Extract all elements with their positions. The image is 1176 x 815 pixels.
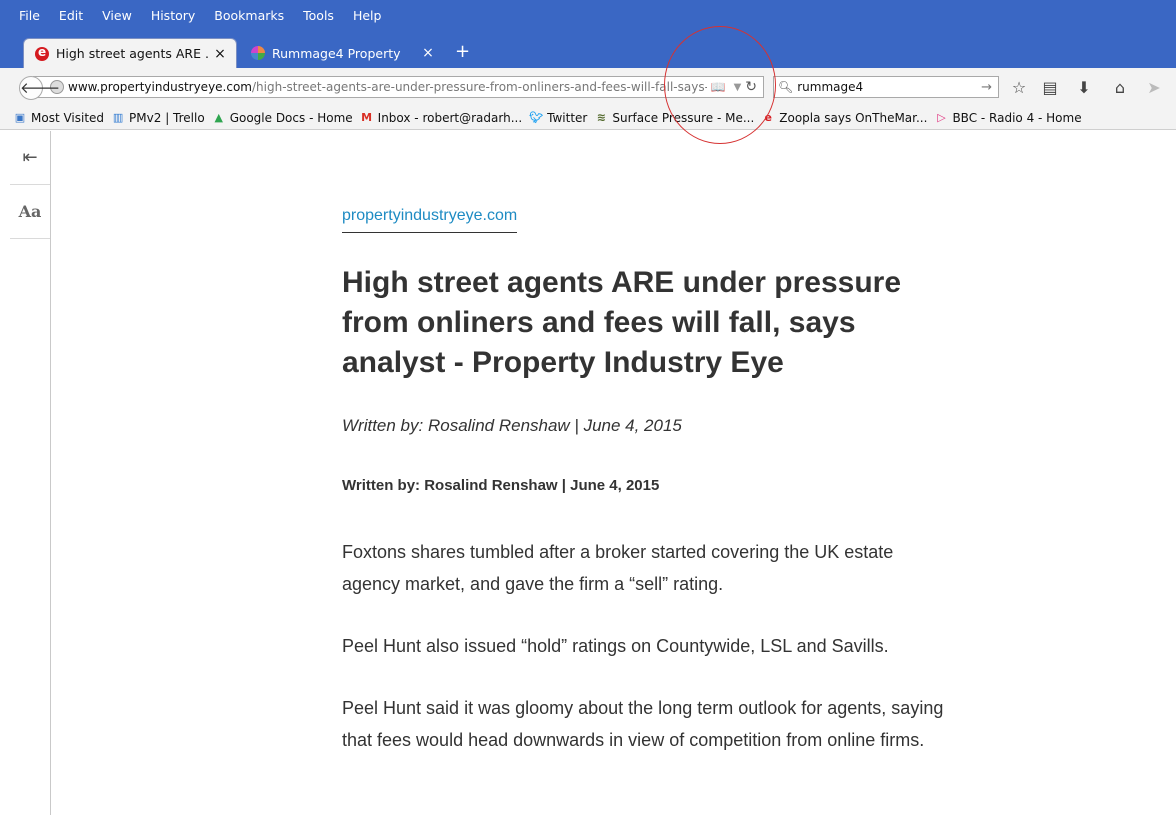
bookmark-item[interactable]: 🐦︎ Twitter bbox=[529, 111, 587, 125]
tab-rummage4-property[interactable]: Rummage4 Property × bbox=[240, 38, 444, 68]
article-paragraph: Peel Hunt also issued “hold” ratings on … bbox=[342, 636, 889, 656]
article-title: High street agents ARE under pressure fr… bbox=[342, 266, 902, 379]
bookmark-label: Zoopla says OnTheMar... bbox=[779, 110, 928, 125]
bookmark-label: Surface Pressure - Me... bbox=[612, 110, 755, 125]
url-path: /high-street-agents-are-under-pressure-f… bbox=[252, 80, 707, 94]
met-office-icon: ≋ bbox=[596, 110, 606, 124]
reader-sidebar: ⇤ Aa bbox=[10, 131, 51, 815]
bookmark-item[interactable]: ▥ PMv2 | Trello bbox=[111, 111, 205, 125]
bookmark-label: Twitter bbox=[547, 110, 588, 125]
article-paragraph: Peel Hunt said it was gloomy about the l… bbox=[342, 698, 944, 750]
bookmark-item[interactable]: ▲ Google Docs - Home bbox=[212, 110, 353, 125]
url-text[interactable]: www.propertyindustryeye.com/high-street-… bbox=[68, 80, 707, 94]
home-icon[interactable]: ⌂ bbox=[1110, 78, 1130, 97]
bookmark-item[interactable]: ≋ Surface Pressure - Me... bbox=[594, 110, 755, 125]
search-input[interactable]: rummage4 bbox=[797, 80, 981, 94]
clipboard-icon[interactable]: ▤ bbox=[1040, 78, 1060, 97]
gmail-icon: M bbox=[361, 110, 373, 124]
navigation-toolbar: 🡐 www.propertyindustryeye.com/high-stree… bbox=[0, 68, 1176, 106]
reader-article: propertyindustryeye.com High street agen… bbox=[342, 206, 952, 756]
bookmark-item[interactable]: e Zoopla says OnTheMar... bbox=[761, 110, 928, 125]
exit-reader-button[interactable]: ⇤ bbox=[10, 131, 50, 185]
menu-bar: File Edit View History Bookmarks Tools H… bbox=[0, 6, 388, 26]
menu-tools[interactable]: Tools bbox=[291, 6, 341, 26]
search-bar[interactable]: 🔍︎ rummage4 → bbox=[773, 76, 999, 98]
search-icon: 🔍︎ bbox=[778, 80, 794, 94]
font-settings-label: Aa bbox=[18, 202, 42, 221]
bookmark-label: Google Docs - Home bbox=[229, 110, 353, 125]
site-favicon-icon bbox=[35, 45, 49, 61]
history-dropdown-icon[interactable]: ▼ bbox=[734, 82, 742, 93]
browser-titlebar: File Edit View History Bookmarks Tools H… bbox=[0, 0, 1176, 68]
bookmark-star-icon[interactable]: ☆ bbox=[1009, 78, 1029, 97]
new-tab-button[interactable]: + bbox=[455, 42, 470, 62]
bookmark-item[interactable]: M Inbox - robert@radarh... bbox=[360, 111, 522, 125]
download-icon[interactable]: ⬇ bbox=[1074, 78, 1094, 97]
back-arrow-icon: 🡐 bbox=[20, 79, 61, 97]
eye-logo-icon: e bbox=[764, 110, 773, 124]
menu-history[interactable]: History bbox=[139, 6, 202, 26]
bookmark-item[interactable]: ▣ Most Visited bbox=[13, 111, 104, 125]
folder-icon: ▣ bbox=[14, 110, 26, 124]
tab-title: High street agents ARE ... bbox=[56, 46, 210, 61]
google-drive-icon: ▲ bbox=[214, 110, 223, 124]
menu-view[interactable]: View bbox=[90, 6, 139, 26]
article-byline: Written by: Rosalind Renshaw | June 4, 2… bbox=[342, 416, 682, 435]
back-button[interactable]: 🡐 bbox=[19, 76, 60, 100]
article-paragraph: Foxtons shares tumbled after a broker st… bbox=[342, 542, 894, 594]
tab-close-icon[interactable]: × bbox=[210, 46, 230, 62]
send-icon[interactable]: ➤ bbox=[1144, 78, 1164, 97]
url-bar[interactable]: www.propertyindustryeye.com/high-street-… bbox=[33, 76, 764, 98]
tab-close-icon[interactable]: × bbox=[418, 45, 438, 61]
bookmark-label: PMv2 | Trello bbox=[129, 110, 205, 125]
menu-file[interactable]: File bbox=[0, 6, 47, 26]
menu-edit[interactable]: Edit bbox=[47, 6, 90, 26]
bookmark-label: Inbox - robert@radarh... bbox=[377, 110, 523, 125]
trello-icon: ▥ bbox=[112, 110, 124, 124]
bookmark-label: Most Visited bbox=[31, 110, 105, 125]
reload-icon[interactable]: ↻ bbox=[745, 79, 757, 95]
bbc-radio-icon: ▷ bbox=[937, 110, 946, 124]
bookmark-item[interactable]: ▷ BBC - Radio 4 - Home bbox=[934, 111, 1081, 125]
menu-help[interactable]: Help bbox=[341, 6, 389, 26]
reader-view-icon[interactable]: 📖 bbox=[711, 80, 726, 94]
menu-bookmarks[interactable]: Bookmarks bbox=[202, 6, 291, 26]
article-domain-link[interactable]: propertyindustryeye.com bbox=[342, 206, 518, 233]
twitter-icon: 🐦︎ bbox=[529, 110, 544, 124]
bookmark-label: BBC - Radio 4 - Home bbox=[952, 110, 1082, 125]
article-byline-bold: Written by: Rosalind Renshaw | June 4, 2… bbox=[342, 477, 660, 494]
tab-title: Rummage4 Property bbox=[272, 45, 401, 61]
rummage-favicon-icon bbox=[251, 46, 265, 60]
url-host: www.propertyindustryeye.com bbox=[68, 80, 252, 94]
search-go-icon[interactable]: → bbox=[981, 80, 992, 95]
tab-high-street-agents[interactable]: High street agents ARE ... × bbox=[23, 38, 237, 68]
exit-reader-icon: ⇤ bbox=[22, 147, 38, 168]
type-controls-button[interactable]: Aa bbox=[10, 185, 50, 239]
bookmarks-toolbar: ▣ Most Visited ▥ PMv2 | Trello ▲ Google Docs … bbox=[0, 106, 1176, 130]
